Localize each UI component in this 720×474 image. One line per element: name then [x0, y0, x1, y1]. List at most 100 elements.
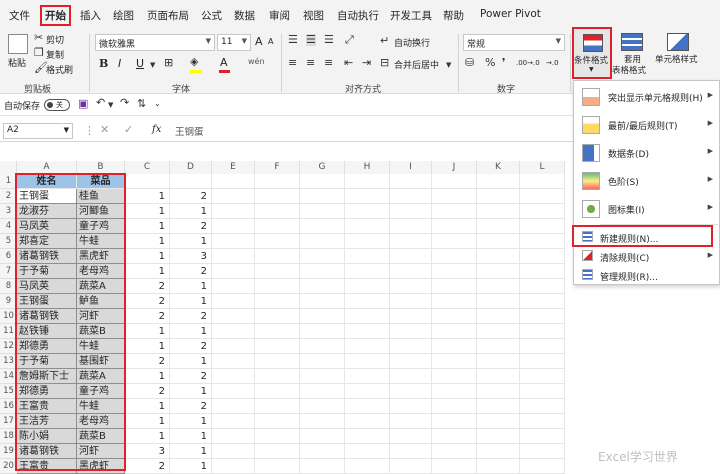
- number-cell[interactable]: 1: [170, 354, 212, 369]
- column-header-e[interactable]: E: [212, 161, 255, 174]
- grid-cell[interactable]: [520, 189, 565, 204]
- grid-cell[interactable]: [432, 324, 477, 339]
- autosave-toggle[interactable]: 关: [44, 99, 70, 111]
- number-cell[interactable]: 1: [170, 279, 212, 294]
- tab-insert[interactable]: 插入: [80, 8, 101, 23]
- grid-cell[interactable]: [345, 354, 390, 369]
- grid-cell[interactable]: [477, 219, 520, 234]
- grid-cell[interactable]: [477, 264, 520, 279]
- wrap-text-icon[interactable]: ↵: [380, 35, 389, 47]
- number-format-combo[interactable]: 常规 ▼: [463, 34, 565, 51]
- tab-power-pivot[interactable]: Power Pivot: [480, 8, 541, 20]
- tab-view[interactable]: 视图: [303, 8, 324, 23]
- column-header-c[interactable]: C: [125, 161, 170, 174]
- grid-cell[interactable]: [212, 189, 255, 204]
- grid-cell[interactable]: [212, 219, 255, 234]
- grid-cell[interactable]: [520, 369, 565, 384]
- chevron-down-icon[interactable]: ▼: [150, 59, 155, 71]
- column-header-h[interactable]: H: [345, 161, 390, 174]
- conditional-format-button[interactable]: 条件格式 ▼: [572, 27, 612, 79]
- grid-cell[interactable]: [212, 384, 255, 399]
- grid-cell[interactable]: [345, 219, 390, 234]
- tab-formulas[interactable]: 公式: [201, 8, 222, 23]
- shrink-font-button[interactable]: A: [268, 37, 273, 46]
- grid-cell[interactable]: [345, 294, 390, 309]
- grid-cell[interactable]: [300, 174, 345, 189]
- grid-cell[interactable]: [300, 324, 345, 339]
- grid-cell[interactable]: [390, 294, 432, 309]
- percent-icon[interactable]: %: [485, 57, 495, 69]
- comma-icon[interactable]: ❜: [502, 57, 506, 69]
- fill-color-icon[interactable]: ◈: [190, 56, 198, 68]
- grid-cell[interactable]: [345, 339, 390, 354]
- grid-cell[interactable]: [300, 414, 345, 429]
- grid-cell[interactable]: [477, 414, 520, 429]
- grid-cell[interactable]: [520, 309, 565, 324]
- grid-cell[interactable]: [432, 204, 477, 219]
- grid-cell[interactable]: [520, 444, 565, 459]
- tab-file[interactable]: 文件: [9, 8, 30, 23]
- number-cell[interactable]: 1: [125, 414, 170, 429]
- number-cell[interactable]: 1: [170, 294, 212, 309]
- grid-cell[interactable]: [477, 204, 520, 219]
- grid-cell[interactable]: [432, 369, 477, 384]
- grid-cell[interactable]: [390, 279, 432, 294]
- grid-cell[interactable]: [255, 444, 300, 459]
- grid-cell[interactable]: [390, 429, 432, 444]
- grid-cell[interactable]: [345, 324, 390, 339]
- number-cell[interactable]: 1: [125, 324, 170, 339]
- grid-cell[interactable]: [520, 339, 565, 354]
- grid-cell[interactable]: [390, 339, 432, 354]
- grid-cell[interactable]: [212, 459, 255, 474]
- name-box[interactable]: A2 ▼: [3, 123, 73, 139]
- paste-icon[interactable]: [8, 34, 28, 54]
- grid-cell[interactable]: [212, 309, 255, 324]
- number-cell[interactable]: 2: [170, 309, 212, 324]
- grid-cell[interactable]: [255, 204, 300, 219]
- grid-cell[interactable]: [255, 219, 300, 234]
- cf-menu-item-3[interactable]: 色阶(S) ▶: [574, 167, 720, 195]
- grid-cell[interactable]: [255, 459, 300, 474]
- tab-draw[interactable]: 绘图: [113, 8, 134, 23]
- grid-cell[interactable]: [255, 189, 300, 204]
- number-cell[interactable]: 1: [125, 249, 170, 264]
- grid-cell[interactable]: [300, 249, 345, 264]
- align-center-icon[interactable]: ≡: [306, 57, 315, 69]
- chevron-down-icon[interactable]: ▼: [108, 99, 113, 111]
- number-cell[interactable]: 1: [170, 204, 212, 219]
- grid-cell[interactable]: [212, 204, 255, 219]
- grow-font-button[interactable]: A: [255, 35, 263, 48]
- number-cell[interactable]: 1: [125, 339, 170, 354]
- grid-cell[interactable]: [255, 369, 300, 384]
- orientation-icon[interactable]: ⤢: [345, 34, 354, 46]
- grid-cell[interactable]: [300, 444, 345, 459]
- tab-data[interactable]: 数据: [234, 8, 255, 23]
- grid-cell[interactable]: [477, 354, 520, 369]
- grid-cell[interactable]: [212, 264, 255, 279]
- grid-cell[interactable]: [520, 174, 565, 189]
- grid-cell[interactable]: [390, 264, 432, 279]
- grid-cell[interactable]: [212, 249, 255, 264]
- grid-cell[interactable]: [255, 279, 300, 294]
- grid-cell[interactable]: [345, 459, 390, 474]
- grid-cell[interactable]: [520, 249, 565, 264]
- grid-cell[interactable]: [432, 249, 477, 264]
- grid-cell[interactable]: [432, 459, 477, 474]
- number-cell[interactable]: 2: [125, 384, 170, 399]
- grid-cell[interactable]: [212, 339, 255, 354]
- grid-cell[interactable]: [255, 174, 300, 189]
- undo-icon[interactable]: ↶: [96, 97, 105, 109]
- grid-cell[interactable]: [432, 354, 477, 369]
- grid-cell[interactable]: [255, 339, 300, 354]
- save-icon[interactable]: ▣: [78, 98, 88, 110]
- grid-cell[interactable]: [390, 189, 432, 204]
- grid-cell[interactable]: [255, 264, 300, 279]
- customize-qat-icon[interactable]: ⌄: [154, 98, 161, 110]
- grid-cell[interactable]: [520, 399, 565, 414]
- tab-automate[interactable]: 自动执行: [337, 8, 379, 23]
- number-cell[interactable]: 2: [125, 309, 170, 324]
- number-cell[interactable]: 1: [170, 384, 212, 399]
- grid-cell[interactable]: [520, 384, 565, 399]
- cf-menu-item-1[interactable]: 最前/最后规则(T) ▶: [574, 111, 720, 139]
- column-header-f[interactable]: F: [255, 161, 300, 174]
